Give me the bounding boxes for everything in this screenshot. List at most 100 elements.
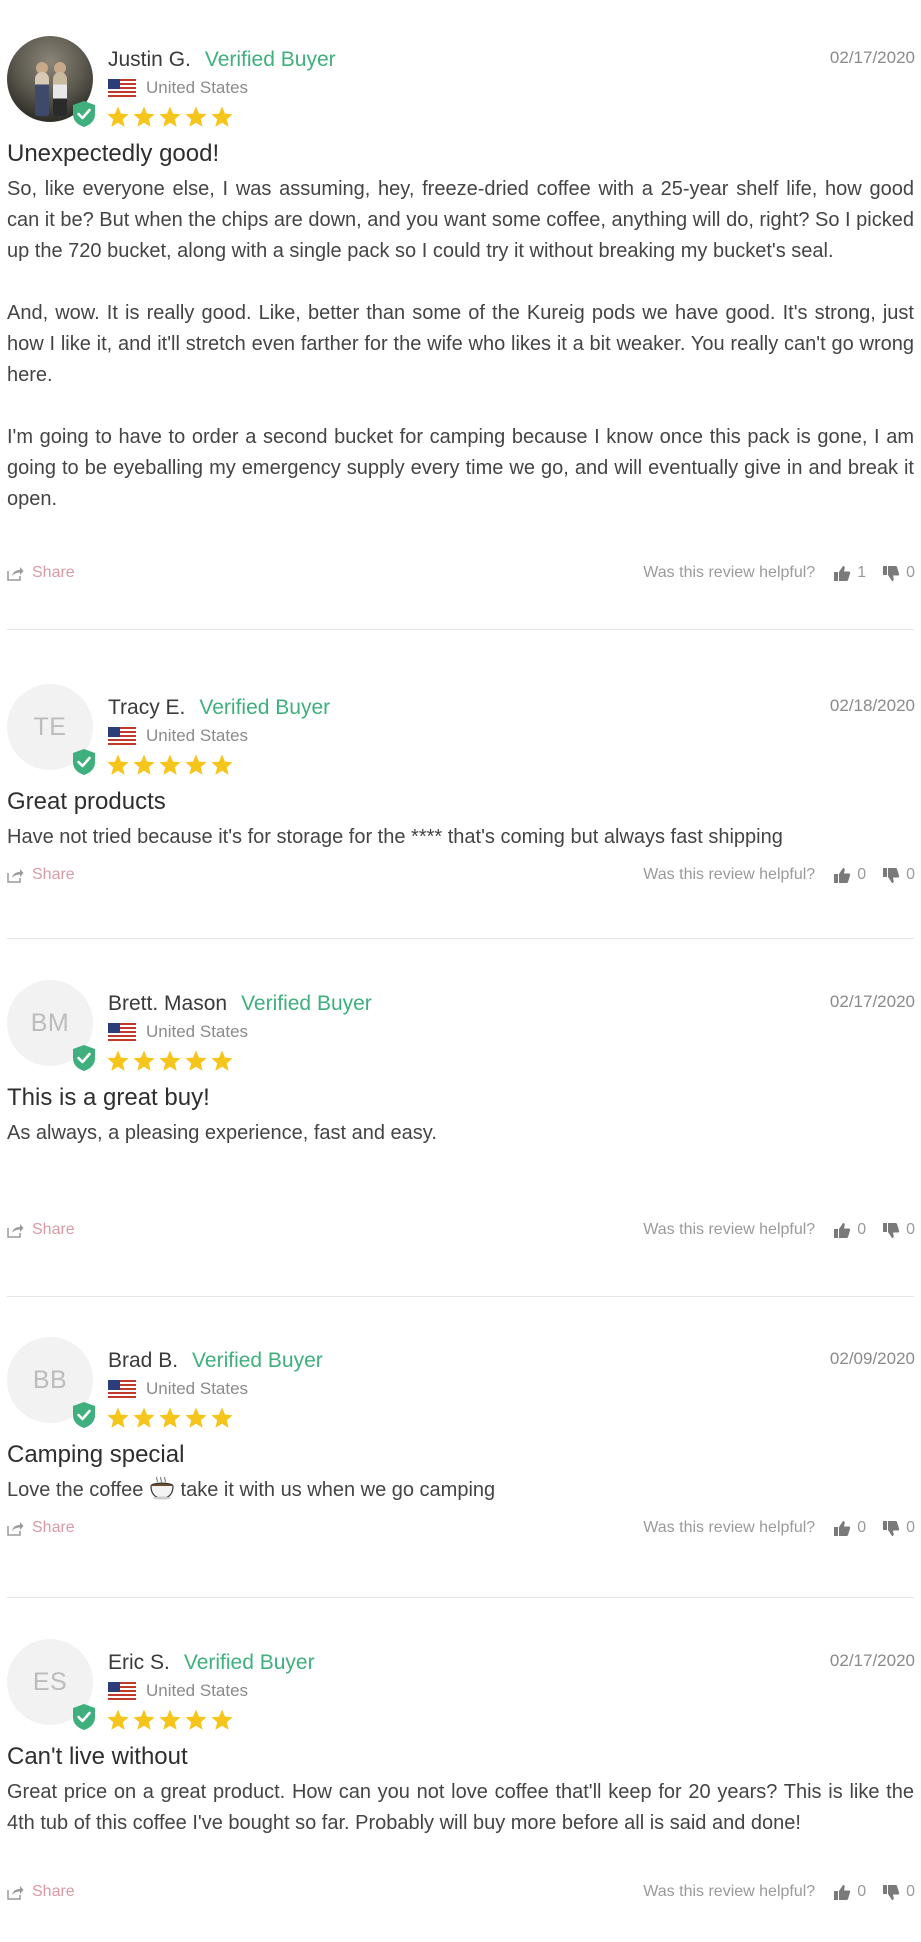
reviewer-name: Justin G. <box>108 48 191 71</box>
thumbs-down-button[interactable]: 0 <box>882 1883 915 1901</box>
review-footer: Share Was this review helpful? 1 0 <box>0 564 921 586</box>
us-flag-icon <box>108 79 136 97</box>
review-title: Can't live without <box>7 1743 188 1770</box>
reviewer-country: United States <box>146 78 249 97</box>
thumbs-down-count: 0 <box>906 866 915 883</box>
star-icon <box>185 1407 207 1428</box>
us-flag-icon <box>108 727 136 745</box>
thumbs-up-count: 0 <box>857 1883 867 1900</box>
review-date: 02/17/2020 <box>829 992 915 1011</box>
verified-buyer-label: Verified Buyer <box>183 1651 315 1674</box>
thumbs-down-count: 0 <box>906 1883 915 1900</box>
thumbs-up-button[interactable]: 0 <box>833 1519 866 1537</box>
verified-badge-icon <box>73 1402 95 1428</box>
share-button[interactable]: Share <box>7 1883 75 1901</box>
thumbs-up-button[interactable]: 0 <box>833 866 866 884</box>
thumbs-up-button[interactable]: 0 <box>833 1221 866 1239</box>
divider <box>7 1296 914 1297</box>
review-paragraph: So, like everyone else, I was assuming, … <box>7 178 914 262</box>
star-rating <box>106 1406 234 1430</box>
star-icon <box>211 106 233 127</box>
reviews-list: Justin G. Verified Buyer United States 02… <box>0 0 921 1942</box>
verified-buyer-label: Verified Buyer <box>241 992 372 1015</box>
thumbs-down-button[interactable]: 0 <box>882 1519 915 1537</box>
review-body: So, like everyone else, I was assuming, … <box>7 174 914 515</box>
star-icon <box>133 1050 155 1071</box>
share-label: Share <box>32 1221 75 1238</box>
share-icon <box>7 1885 24 1900</box>
review-title: Great products <box>7 788 166 815</box>
reviewer-country: United States <box>146 1379 249 1398</box>
star-icon <box>159 1050 181 1071</box>
review-title: Camping special <box>7 1441 185 1468</box>
share-label: Share <box>32 1519 75 1536</box>
reviewer-name: Brett. Mason <box>108 992 228 1015</box>
review-paragraph: take it with us when we go camping <box>180 1479 496 1501</box>
thumbs-down-icon <box>883 867 900 883</box>
thumbs-up-icon <box>834 565 851 581</box>
thumbs-up-button[interactable]: 0 <box>833 1883 866 1901</box>
verified-badge-icon <box>73 1045 95 1071</box>
star-rating <box>106 753 234 777</box>
review-body: As always, a pleasing experience, fast a… <box>7 1118 914 1149</box>
helpful-question: Was this review helpful? <box>643 564 816 581</box>
thumbs-down-icon <box>883 1884 900 1900</box>
thumbs-down-icon <box>883 1222 900 1238</box>
star-rating <box>106 1049 234 1073</box>
star-icon <box>185 1050 207 1071</box>
share-button[interactable]: Share <box>7 564 75 582</box>
review-date: 02/18/2020 <box>829 696 915 715</box>
star-icon <box>133 1407 155 1428</box>
reviewer-country: United States <box>146 1681 249 1700</box>
review-footer: Share Was this review helpful? 0 0 <box>0 1519 921 1541</box>
star-rating <box>106 1708 234 1732</box>
share-icon <box>7 868 24 883</box>
star-icon <box>185 1709 207 1730</box>
thumbs-down-button[interactable]: 0 <box>882 866 915 884</box>
star-icon <box>107 1407 129 1428</box>
review-paragraph: As always, a pleasing experience, fast a… <box>7 1122 437 1144</box>
review-paragraph: And, wow. It is really good. Like, bette… <box>7 302 914 386</box>
thumbs-up-count: 0 <box>857 866 867 883</box>
review-title: Unexpectedly good! <box>7 140 220 167</box>
star-icon <box>185 754 207 775</box>
share-icon <box>7 1223 24 1238</box>
reviewer-name: Eric S. <box>108 1651 170 1674</box>
share-button[interactable]: Share <box>7 866 75 884</box>
review-body: Love the coffee take it with us when we … <box>7 1475 914 1506</box>
thumbs-down-icon <box>883 1520 900 1536</box>
share-label: Share <box>32 866 75 883</box>
thumbs-down-icon <box>883 565 900 581</box>
reviewer-name: Tracy E. <box>108 696 186 719</box>
review-body: Have not tried because it's for storage … <box>7 822 914 853</box>
divider <box>7 629 914 630</box>
divider <box>7 1597 914 1598</box>
thumbs-up-icon <box>834 1884 851 1900</box>
review-paragraph: I'm going to have to order a second buck… <box>7 426 914 510</box>
review-date: 02/17/2020 <box>829 48 915 67</box>
share-button[interactable]: Share <box>7 1221 75 1239</box>
verified-buyer-label: Verified Buyer <box>204 48 336 71</box>
reviewer-name: Brad B. <box>108 1349 179 1372</box>
thumbs-down-count: 0 <box>906 1221 915 1238</box>
thumbs-up-button[interactable]: 1 <box>833 564 866 582</box>
reviewer-country: United States <box>146 1022 249 1041</box>
star-icon <box>211 754 233 775</box>
share-button[interactable]: Share <box>7 1519 75 1537</box>
thumbs-down-count: 0 <box>906 564 915 581</box>
thumbs-up-count: 0 <box>857 1519 867 1536</box>
share-label: Share <box>32 564 75 581</box>
star-icon <box>159 754 181 775</box>
star-icon <box>211 1050 233 1071</box>
us-flag-icon <box>108 1682 136 1700</box>
star-icon <box>107 1050 129 1071</box>
star-icon <box>133 754 155 775</box>
thumbs-down-button[interactable]: 0 <box>882 1221 915 1239</box>
star-icon <box>211 1709 233 1730</box>
helpful-question: Was this review helpful? <box>643 866 816 883</box>
helpful-question: Was this review helpful? <box>643 1519 816 1536</box>
thumbs-down-button[interactable]: 0 <box>882 564 915 582</box>
verified-buyer-label: Verified Buyer <box>192 1349 323 1372</box>
star-icon <box>107 1709 129 1730</box>
reviewer-country: United States <box>146 726 249 745</box>
